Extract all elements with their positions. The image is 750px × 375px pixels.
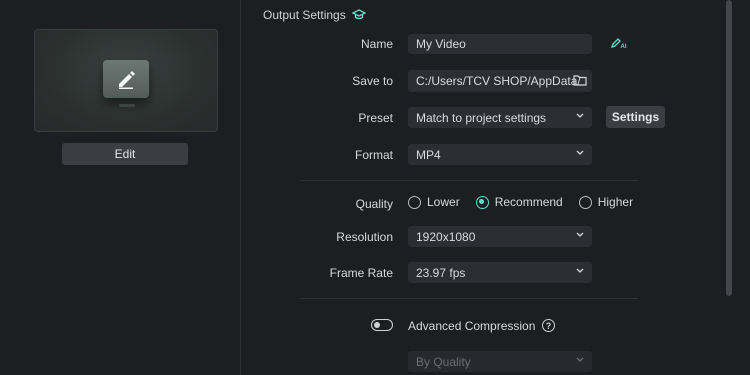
advanced-compression-label: Advanced Compression [408, 319, 536, 333]
radio-circle-selected [475, 195, 489, 209]
chevron-down-icon [576, 150, 584, 155]
folder-icon[interactable] [573, 74, 587, 86]
radio-circle [578, 195, 592, 209]
ai-pen-icon[interactable]: AI [611, 37, 627, 49]
svg-text:AI: AI [621, 44, 627, 49]
quality-higher-radio[interactable]: Higher [578, 195, 633, 209]
radio-circle [408, 195, 421, 209]
preview-panel: Edit [0, 0, 240, 375]
icon-reflection [119, 104, 135, 107]
quality-radio-group: Lower Recommend Higher [408, 195, 649, 209]
panel-divider [240, 0, 241, 375]
preset-label: Preset [358, 111, 393, 125]
frame-rate-label: Frame Rate [329, 266, 393, 280]
section-title: Output Settings [263, 8, 346, 22]
quality-label: Quality [355, 197, 393, 211]
advanced-compression-toggle[interactable] [371, 319, 393, 331]
settings-button[interactable]: Settings [606, 106, 665, 128]
save-to-label: Save to [352, 74, 393, 88]
section-divider [300, 180, 638, 181]
name-input[interactable]: My Video [408, 34, 592, 54]
preset-select[interactable]: Match to project settings [408, 107, 592, 128]
resolution-label: Resolution [336, 230, 393, 244]
chevron-down-icon [576, 268, 584, 273]
resolution-select[interactable]: 1920x1080 [408, 226, 592, 247]
scrollbar[interactable] [726, 0, 732, 296]
name-label: Name [360, 37, 393, 51]
save-path-input[interactable]: C:/Users/TCV SHOP/AppData/ [408, 70, 592, 92]
quality-lower-radio[interactable]: Lower [408, 195, 460, 209]
chevron-down-icon [576, 232, 584, 237]
help-icon[interactable]: ? [542, 319, 555, 332]
chevron-down-icon [576, 357, 584, 362]
format-select[interactable]: MP4 [408, 144, 592, 165]
section-divider [300, 298, 638, 299]
output-settings-header: Output Settings [263, 8, 366, 22]
frame-rate-select[interactable]: 23.97 fps [408, 262, 592, 283]
chevron-down-icon [576, 113, 584, 118]
format-label: Format [354, 148, 393, 162]
quality-recommend-radio[interactable]: Recommend [475, 195, 563, 209]
graduation-cap-icon [351, 9, 366, 20]
compression-mode-select[interactable]: By Quality [408, 351, 592, 372]
